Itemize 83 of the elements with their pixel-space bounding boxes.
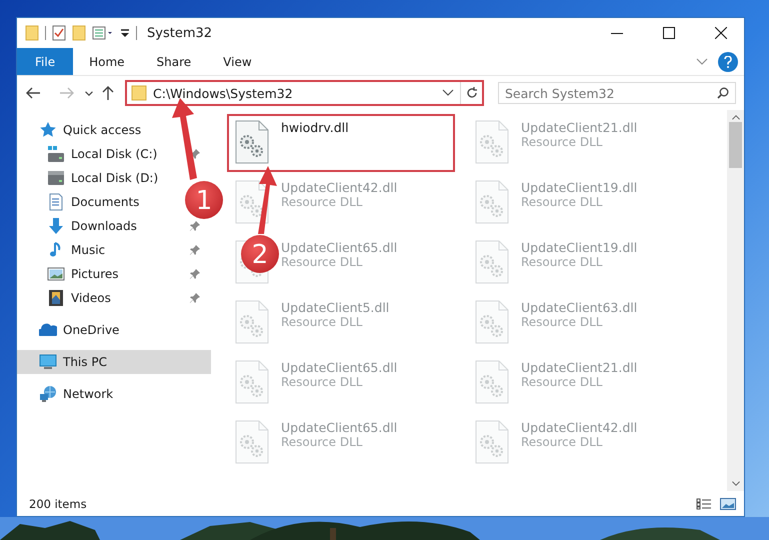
forward-arrow-icon — [59, 86, 75, 100]
ribbon-tab[interactable]: File — [17, 48, 74, 75]
drive-icon — [47, 145, 65, 163]
scroll-down-icon[interactable] — [732, 481, 740, 486]
document-icon — [47, 193, 65, 211]
dll-file-icon — [235, 360, 269, 404]
back-button[interactable] — [25, 86, 41, 100]
scrollbar[interactable] — [727, 110, 744, 491]
picture-icon — [47, 265, 65, 283]
dll-file-icon — [475, 420, 509, 464]
file-type: Resource DLL — [521, 375, 602, 389]
file-type: Resource DLL — [521, 135, 602, 149]
nav-item[interactable]: Documents — [17, 190, 146, 214]
film-icon — [47, 289, 65, 307]
nav-item[interactable]: This PC — [17, 350, 211, 374]
dll-file-icon — [475, 120, 509, 164]
large-icons-view-icon[interactable] — [720, 498, 736, 510]
dll-file-icon — [235, 120, 269, 164]
file-type: Resource DLL — [521, 435, 602, 449]
nav-item[interactable]: Quick access — [17, 118, 148, 142]
caret-icon — [85, 90, 93, 96]
refresh-icon — [466, 87, 478, 99]
recent-locations-button[interactable] — [85, 90, 93, 96]
customize-toolbar-icon[interactable] — [120, 27, 130, 39]
scroll-thumb[interactable] — [729, 122, 742, 168]
file-type: Resource DLL — [521, 195, 602, 209]
dropdown-icon[interactable] — [442, 89, 454, 97]
file-type: Resource DLL — [521, 255, 602, 269]
expand-ribbon-icon[interactable] — [696, 58, 708, 66]
cloud-icon — [39, 321, 57, 339]
dll-file-icon — [475, 360, 509, 404]
network-icon — [39, 385, 57, 403]
dll-file-icon — [475, 300, 509, 344]
search-icon[interactable] — [717, 87, 729, 99]
callout-arrow — [258, 166, 277, 234]
ribbon-tab[interactable]: Share — [140, 48, 208, 75]
monitor-icon — [39, 353, 57, 371]
file-type: Resource DLL — [281, 435, 362, 449]
drive-icon — [47, 169, 65, 187]
nav-item[interactable]: OneDrive — [17, 318, 126, 342]
window-title: System32 — [147, 26, 214, 40]
star-icon — [39, 121, 57, 139]
properties-icon[interactable] — [52, 25, 66, 41]
file-type: Resource DLL — [521, 315, 602, 329]
folder-icon — [131, 85, 147, 101]
help-button[interactable] — [718, 52, 738, 72]
close-icon — [715, 27, 727, 39]
file-type: Resource DLL — [281, 375, 362, 389]
pin-icon[interactable] — [189, 292, 201, 304]
view-options-icon[interactable] — [92, 26, 114, 40]
download-icon — [47, 217, 65, 235]
file-name[interactable]: hwiodrv.dll — [281, 120, 349, 135]
nav-item[interactable]: Pictures — [17, 262, 211, 286]
up-arrow-icon — [101, 85, 115, 101]
nav-item[interactable]: Videos — [17, 286, 211, 310]
search-field[interactable]: Search System32 — [498, 82, 736, 104]
nav-item[interactable]: Local Disk (D:) — [17, 166, 164, 190]
dll-file-icon — [475, 240, 509, 284]
nav-item[interactable]: Local Disk (C:) — [17, 142, 211, 166]
maximize-icon — [663, 27, 675, 39]
pin-icon[interactable] — [189, 268, 201, 280]
dll-file-icon — [235, 300, 269, 344]
details-view-icon[interactable] — [696, 498, 712, 510]
file-type: Resource DLL — [281, 255, 362, 269]
item-count: 200 items — [29, 496, 88, 510]
ribbon-tab[interactable]: View — [207, 48, 268, 75]
step-badge: 2 — [241, 235, 279, 273]
ribbon-tab[interactable]: Home — [73, 48, 141, 75]
pin-icon[interactable] — [189, 244, 201, 256]
file-type: Resource DLL — [281, 195, 362, 209]
step-badge: 1 — [185, 181, 223, 219]
up-button[interactable] — [101, 85, 115, 101]
dll-file-icon — [235, 420, 269, 464]
nav-item[interactable]: Music — [17, 238, 211, 262]
pin-icon[interactable] — [189, 220, 201, 232]
back-arrow-icon — [25, 86, 41, 100]
scroll-up-icon[interactable] — [732, 115, 740, 120]
dll-file-icon — [475, 180, 509, 224]
minimize-icon — [611, 32, 623, 34]
address-field[interactable]: C:\Windows\System32 — [125, 80, 484, 106]
question-mark-icon — [724, 56, 732, 68]
nav-item[interactable]: Network — [17, 382, 120, 406]
file-type: Resource DLL — [281, 315, 362, 329]
